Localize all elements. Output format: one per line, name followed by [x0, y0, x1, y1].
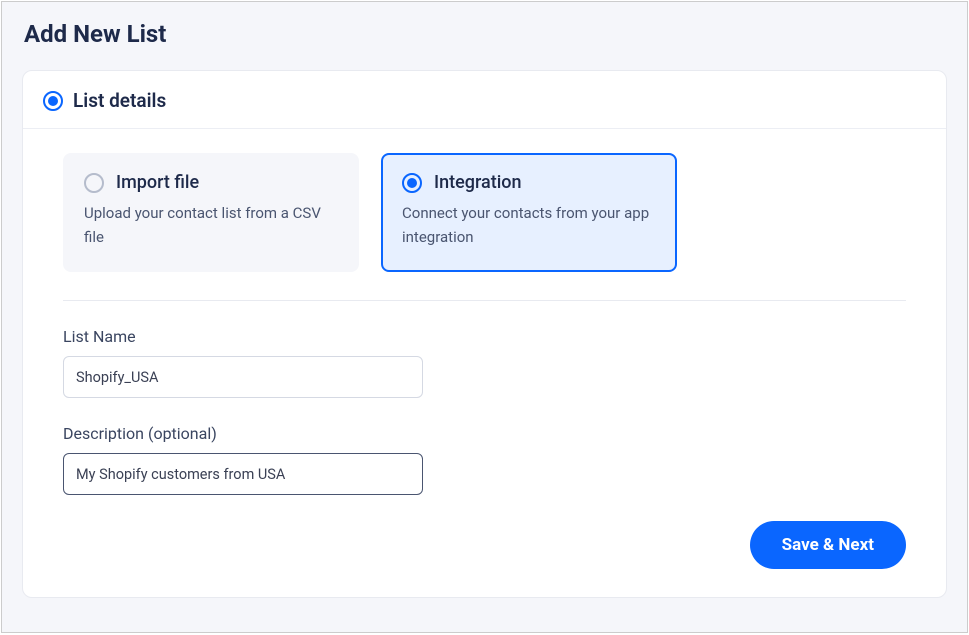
list-name-field-group: List Name [63, 327, 906, 398]
option-integration-desc: Connect your contacts from your app inte… [402, 201, 656, 249]
page-title: Add New List [24, 20, 947, 48]
option-import-title: Import file [116, 172, 199, 193]
description-label: Description (optional) [63, 424, 906, 443]
option-import-file[interactable]: Import file Upload your contact list fro… [63, 153, 359, 272]
radio-icon-unselected [84, 173, 104, 193]
app-frame: Add New List List details Import file Up… [1, 1, 968, 633]
source-option-row: Import file Upload your contact list fro… [63, 153, 906, 272]
radio-icon-selected [402, 173, 422, 193]
list-name-input[interactable] [63, 356, 423, 398]
card-header-title: List details [73, 89, 166, 112]
list-details-card: List details Import file Upload your con… [22, 70, 947, 598]
list-name-label: List Name [63, 327, 906, 346]
option-integration-title: Integration [434, 172, 522, 193]
divider [63, 300, 906, 301]
description-input[interactable] [63, 453, 423, 495]
description-field-group: Description (optional) [63, 424, 906, 495]
save-next-button[interactable]: Save & Next [750, 521, 906, 569]
card-body: Import file Upload your contact list fro… [23, 129, 946, 597]
option-integration[interactable]: Integration Connect your contacts from y… [381, 153, 677, 272]
section-radio-icon [43, 91, 63, 111]
actions-row: Save & Next [63, 521, 906, 569]
card-header: List details [23, 71, 946, 129]
option-import-desc: Upload your contact list from a CSV file [84, 201, 338, 249]
